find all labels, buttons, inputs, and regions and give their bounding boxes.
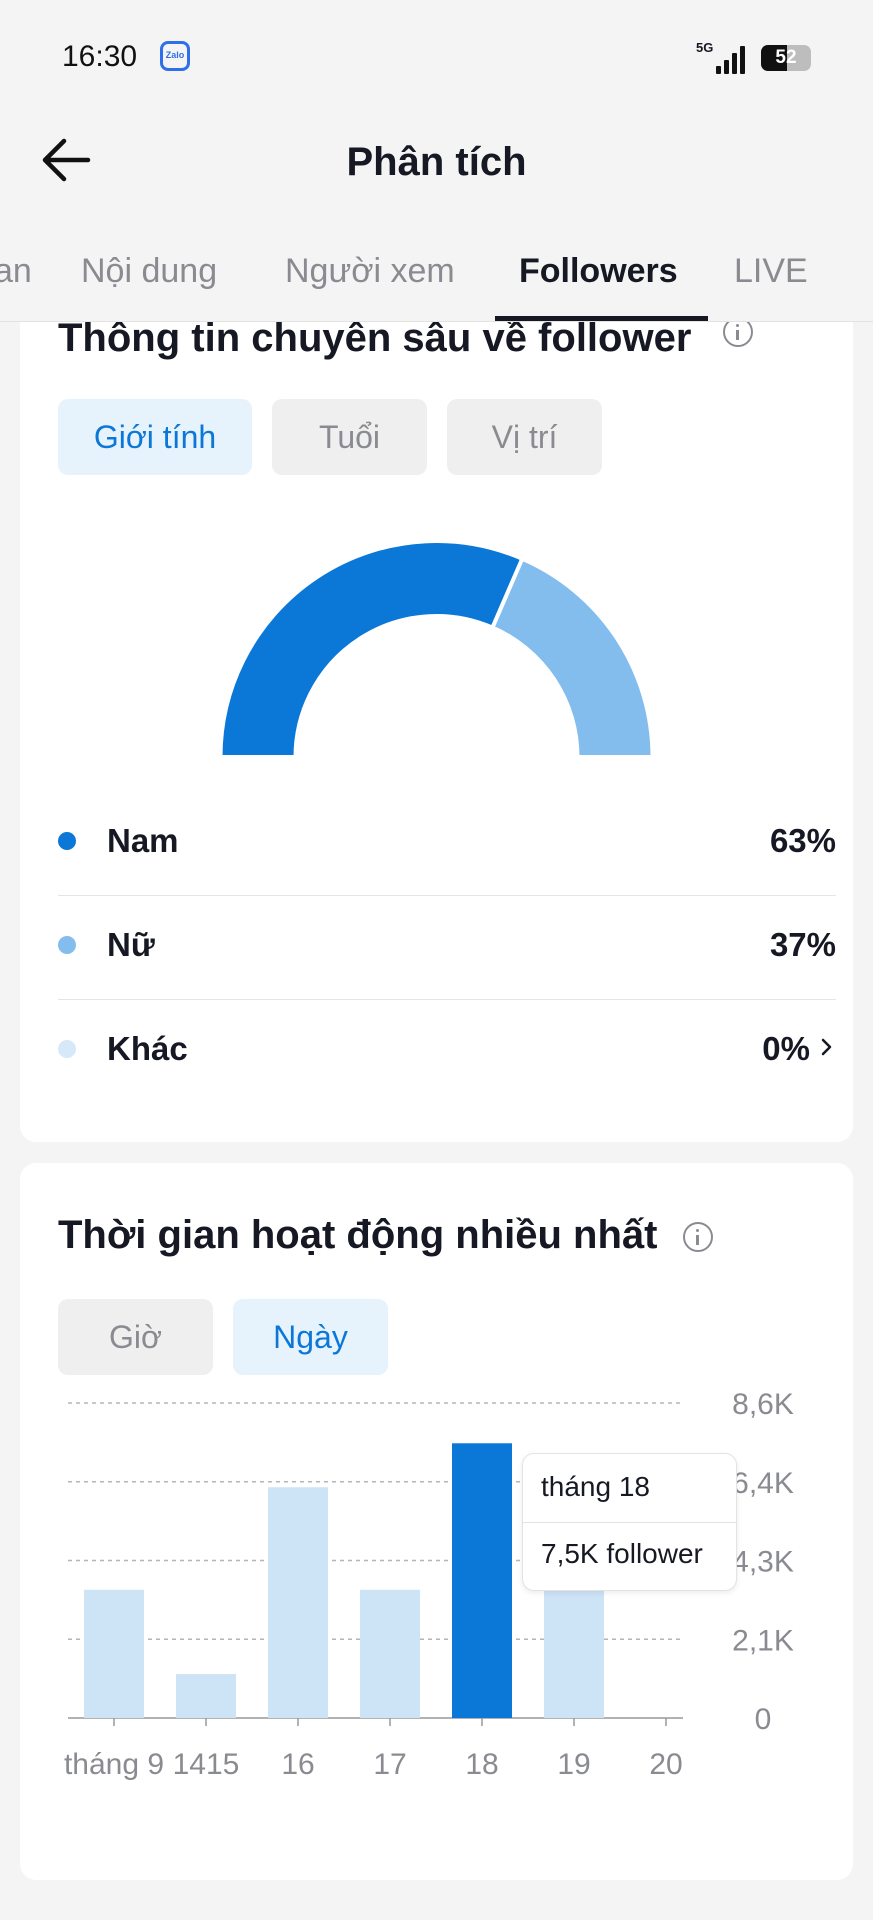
tooltip-value: 7,5K follower <box>541 1538 703 1569</box>
x-tick-label: 17 <box>373 1748 406 1781</box>
legend-value: 37% <box>769 926 836 963</box>
y-tick-label: 6,4K <box>732 1467 794 1500</box>
chevron-right-icon[interactable] <box>818 1038 836 1056</box>
legend-label: Nữ <box>107 926 155 963</box>
tab-viewers[interactable]: Người xem <box>285 252 455 291</box>
tooltip-label: tháng 18 <box>541 1471 650 1502</box>
network-type: 5G <box>696 40 714 55</box>
bar-15[interactable] <box>176 1674 236 1718</box>
y-tick-label: 0 <box>755 1703 772 1736</box>
insights-title: Thông tin chuyên sâu về follower <box>58 322 692 360</box>
tab-overview[interactable]: an <box>0 252 32 291</box>
top-app-bar: Phân tích <box>0 110 873 210</box>
info-icon[interactable] <box>723 322 753 347</box>
x-tick-label: 16 <box>281 1748 314 1781</box>
filter-location[interactable]: Vị trí <box>447 399 602 475</box>
legend-row-other[interactable]: Khác 0% <box>58 1000 836 1104</box>
filter-gender[interactable]: Giới tính <box>58 399 252 475</box>
y-tick-label: 2,1K <box>732 1624 794 1657</box>
tooltip-divider <box>523 1522 736 1523</box>
analytics-tabs: an Nội dung Người xem Followers LIVE <box>0 236 873 322</box>
x-tick-label: 19 <box>557 1748 590 1781</box>
bar-17[interactable] <box>360 1589 420 1718</box>
other-dot <box>58 1040 76 1058</box>
x-tick-label: 18 <box>465 1748 498 1781</box>
bar-19[interactable] <box>544 1589 604 1718</box>
tab-followers[interactable]: Followers <box>519 252 678 291</box>
legend-label: Nam <box>107 822 179 859</box>
filter-day[interactable]: Ngày <box>233 1299 388 1375</box>
legend-value: 0% <box>762 1030 810 1067</box>
x-tick-label: tháng 9 <box>64 1748 164 1781</box>
filter-age[interactable]: Tuổi <box>272 399 427 475</box>
tab-content[interactable]: Nội dung <box>81 252 217 291</box>
legend-row-male: Nam 63% <box>58 792 836 896</box>
info-icon[interactable] <box>683 1222 713 1252</box>
donut-slice-0 <box>220 539 525 759</box>
legend-row-female: Nữ 37% <box>58 896 836 1000</box>
status-time: 16:30 <box>62 40 138 73</box>
legend-value: 63% <box>769 822 836 859</box>
battery-level: 52 <box>775 47 797 68</box>
active-times-card: Thời gian hoạt động nhiều nhất Giờ Ngày … <box>20 1163 853 1880</box>
filter-hour[interactable]: Giờ <box>58 1299 213 1375</box>
zalo-app-icon: Zalo <box>160 41 190 71</box>
female-dot <box>58 936 76 954</box>
y-tick-label: 8,6K <box>732 1393 794 1421</box>
tab-live[interactable]: LIVE <box>734 252 808 291</box>
donut-slice-1 <box>489 556 653 759</box>
y-tick-label: 4,3K <box>732 1546 794 1579</box>
bar-18[interactable] <box>452 1443 512 1718</box>
follower-insights-card: Thông tin chuyên sâu về follower Giới tí… <box>20 322 853 1142</box>
bar-16[interactable] <box>268 1487 328 1718</box>
legend-label: Khác <box>107 1030 188 1067</box>
x-tick-label: 1415 <box>173 1748 240 1781</box>
page-title: Phân tích <box>346 140 527 184</box>
gender-donut-chart <box>220 539 653 759</box>
status-bar: 16:30 Zalo 5G 52 <box>0 0 873 110</box>
bar-14[interactable] <box>84 1589 144 1718</box>
activity-title: Thời gian hoạt động nhiều nhất <box>58 1213 658 1257</box>
male-dot <box>58 832 76 850</box>
x-tick-label: 20 <box>649 1748 682 1781</box>
signal-icon <box>716 44 748 74</box>
chart-tooltip: tháng 18 7,5K follower <box>522 1453 737 1591</box>
battery-icon: 52 <box>761 45 811 71</box>
tab-active-indicator <box>495 316 708 321</box>
